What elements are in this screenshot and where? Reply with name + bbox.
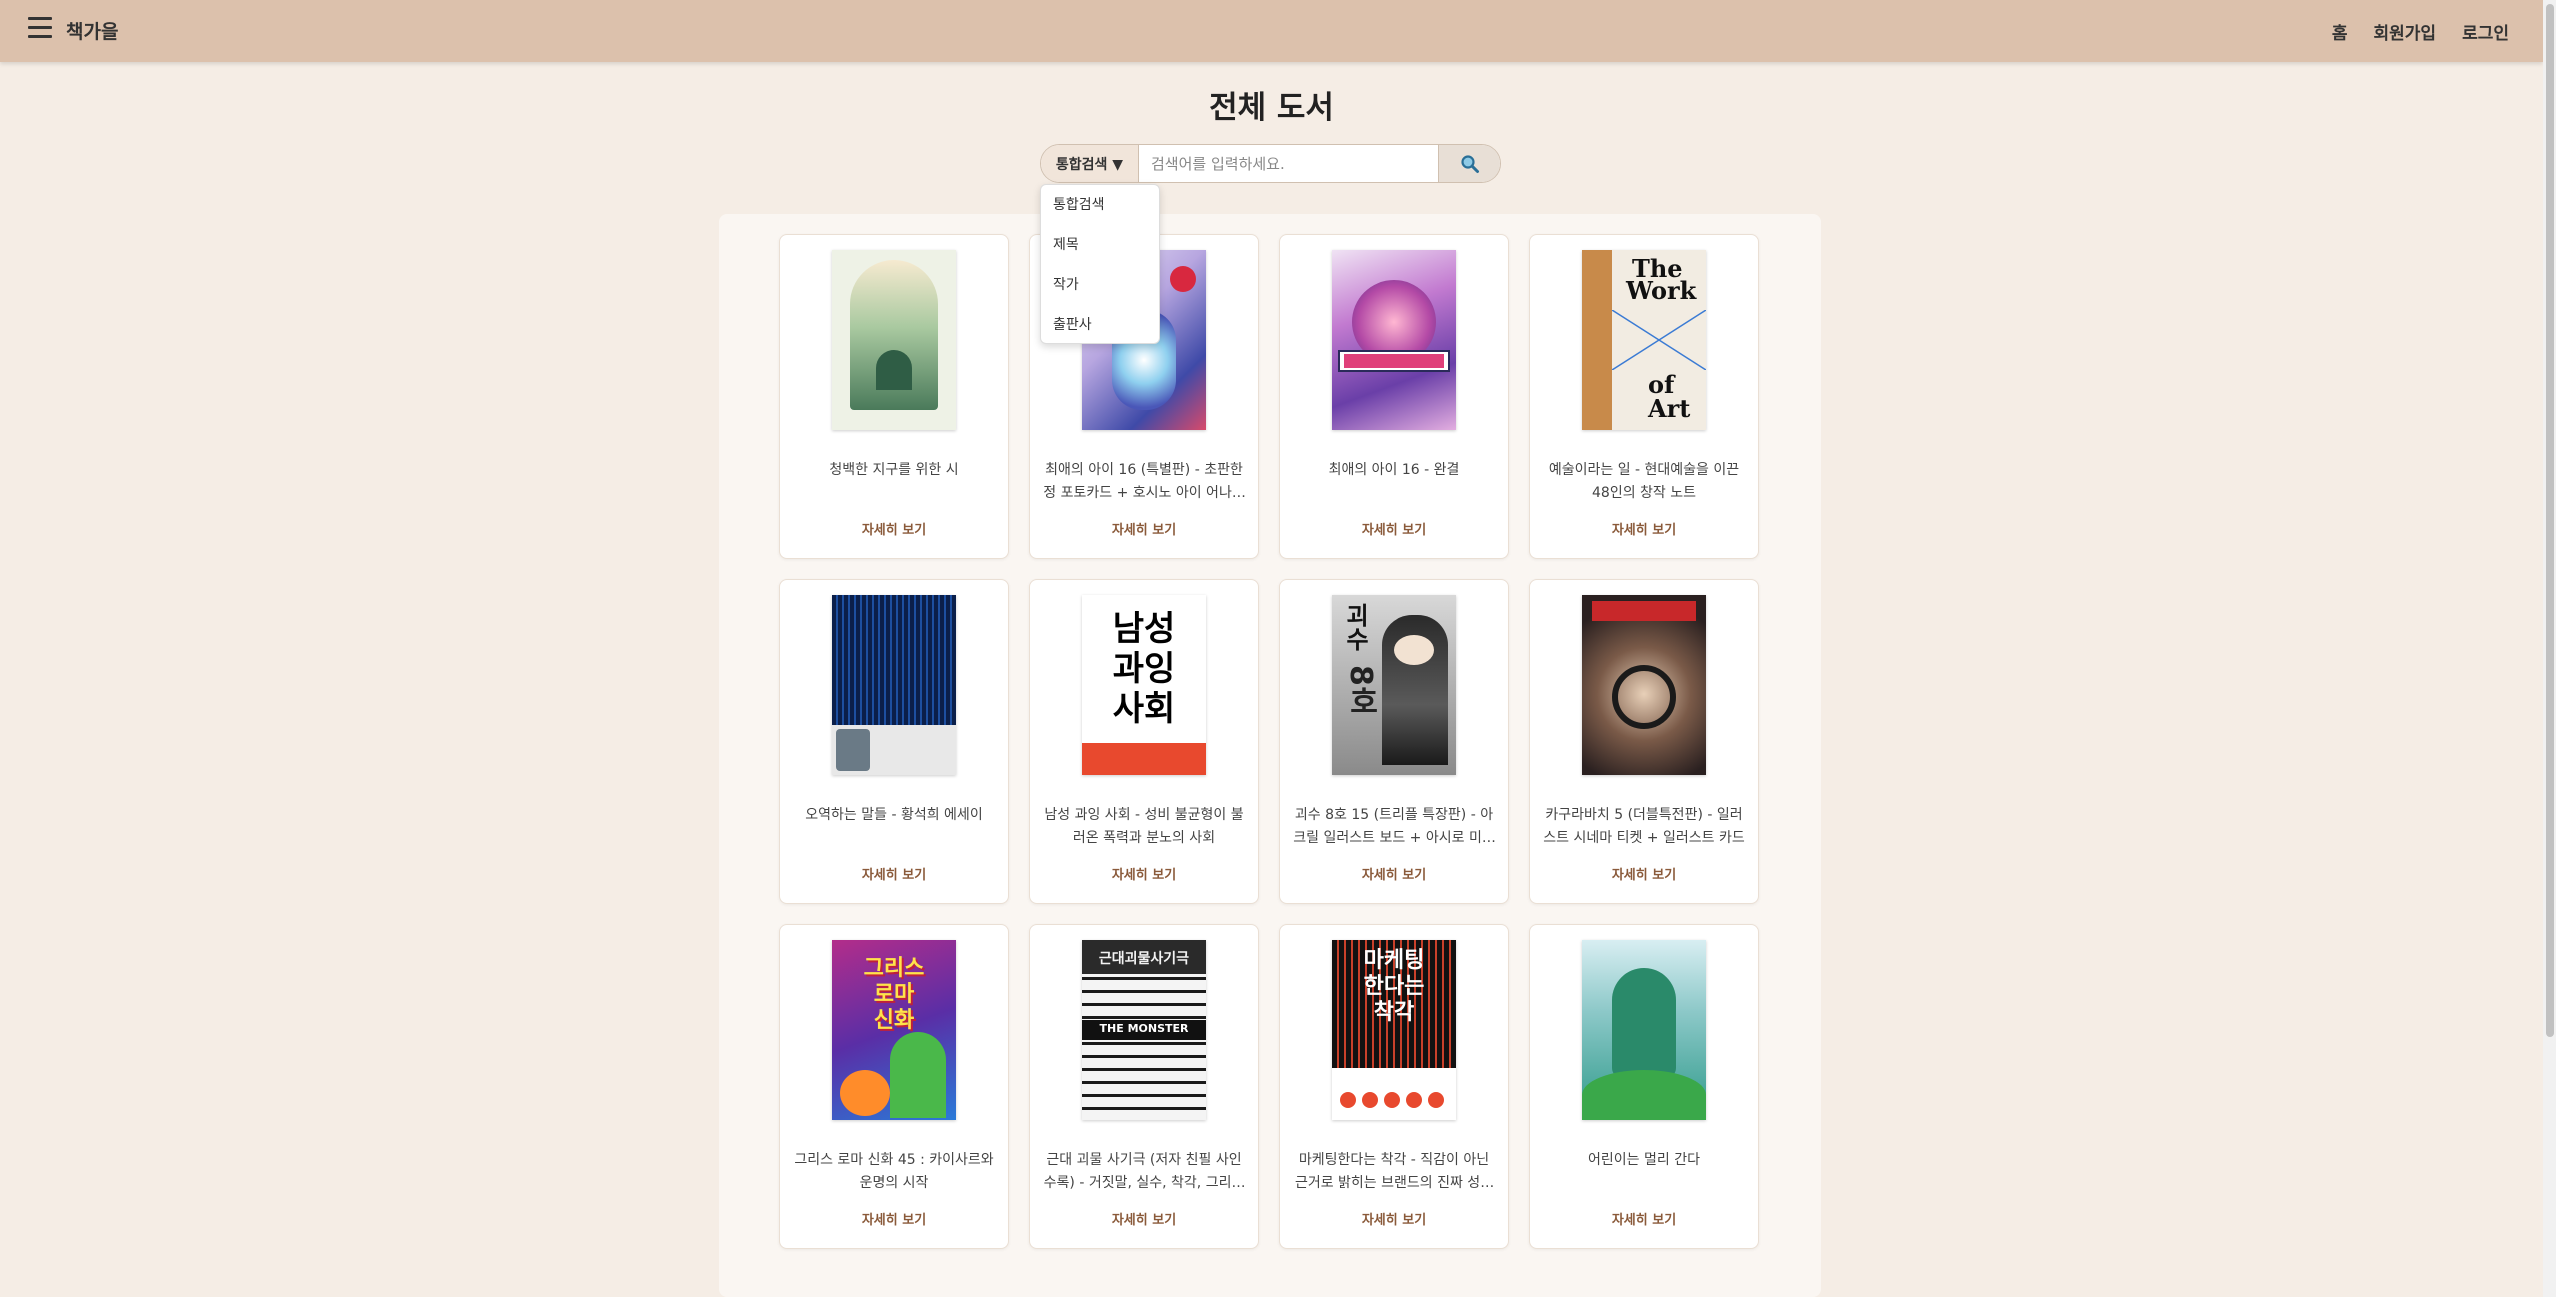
book-card[interactable]: 그리스 로마 신화 그리스 로마 신화 45 : 카이사르와 운명의 시작 자세… [779,924,1009,1249]
search-option-all[interactable]: 통합검색 [1041,193,1159,233]
cover-title: 착각 [1373,1000,1415,1025]
nav-signup-link[interactable]: 회원가입 [2374,19,2437,44]
book-card[interactable]: 오역하는 말들 - 황석희 에세이 자세히 보기 [779,579,1009,904]
book-title: 최애의 아이 16 - 완결 [1328,462,1460,478]
search-input[interactable] [1139,145,1438,182]
book-card[interactable]: 청백한 지구를 위한 시 자세히 보기 [779,234,1009,559]
book-title: 오역하는 말들 - 황석희 에세이 [805,807,983,823]
cover-decoration [1612,310,1706,370]
book-title: 카구라바치 5 (더블특전판) - 일러스트 시네마 티켓 + 일러스트 카드 [1543,807,1745,846]
book-detail-link[interactable]: 자세히 보기 [780,864,1008,883]
book-card[interactable]: 근대괴물사기극 THE MONSTER 근대 괴물 사기극 (저자 친필 사인 … [1029,924,1259,1249]
book-card[interactable]: 어린이는 멀리 간다 자세히 보기 [1529,924,1759,1249]
search-option-author[interactable]: 작가 [1041,273,1159,313]
search-button[interactable] [1438,145,1500,182]
hamburger-icon[interactable] [28,17,52,39]
cover-title: THE MONSTER [1099,1022,1189,1035]
search-icon [1460,154,1479,173]
book-cover[interactable]: 남성 과잉 사회 [1082,595,1206,775]
book-title: 그리스 로마 신화 45 : 카이사르와 운명의 시작 [794,1152,994,1191]
search-option-publisher[interactable]: 출판사 [1041,313,1159,353]
book-grid: 청백한 지구를 위한 시 자세히 보기 최애의 아이 16 (특별판) - 초판… [779,234,1759,1249]
book-detail-link[interactable]: 자세히 보기 [780,1209,1008,1228]
book-title: 괴수 8호 15 (트리플 특장판) - 아크릴 일러스트 보드 + 아시로 미… [1293,807,1495,846]
book-detail-link[interactable]: 자세히 보기 [1280,1209,1508,1228]
book-card[interactable]: The Work of Art 예술이라는 일 - 현대예술을 이끈 48인의 … [1529,234,1759,559]
book-cover[interactable]: 그리스 로마 신화 [832,940,956,1120]
search-type-dropdown: 통합검색 제목 작가 출판사 [1040,184,1160,344]
search-type-select[interactable]: 통합검색 ▼ [1041,145,1139,182]
book-detail-link[interactable]: 자세히 보기 [1530,1209,1758,1228]
cover-title: Art [1648,394,1691,423]
book-cover[interactable]: The Work of Art [1582,250,1706,430]
book-title: 마케팅한다는 착각 - 직감이 아닌 근거로 밝히는 브랜드의 진짜 성장 공식 [1294,1152,1494,1191]
book-cover[interactable] [832,250,956,430]
book-detail-link[interactable]: 자세히 보기 [1280,519,1508,538]
book-detail-link[interactable]: 자세히 보기 [780,519,1008,538]
cover-title: Work [1626,276,1697,305]
book-detail-link[interactable]: 자세히 보기 [1280,864,1508,883]
book-list-panel: 청백한 지구를 위한 시 자세히 보기 최애의 아이 16 (특별판) - 초판… [719,214,1821,1297]
book-title: 근대 괴물 사기극 (저자 친필 사인 수록) - 거짓말, 실수, 착각, 그… [1043,1152,1245,1191]
book-detail-link[interactable]: 자세히 보기 [1030,864,1258,883]
book-cover[interactable] [1332,250,1456,430]
cover-title: 8호 [1343,665,1378,716]
book-title: 예술이라는 일 - 현대예술을 이끈 48인의 창작 노트 [1548,462,1740,501]
book-detail-link[interactable]: 자세히 보기 [1030,1209,1258,1228]
book-card[interactable]: 카구라바치 5 (더블특전판) - 일러스트 시네마 티켓 + 일러스트 카드 … [1529,579,1759,904]
book-card[interactable]: 마케팅 한다는 착각 마케팅한다는 착각 - 직감이 아닌 근거로 밝히는 브랜… [1279,924,1509,1249]
book-card[interactable]: 최애의 아이 16 - 완결 자세히 보기 [1279,234,1509,559]
search-option-title[interactable]: 제목 [1041,233,1159,273]
book-cover[interactable] [1582,595,1706,775]
book-cover[interactable]: 근대괴물사기극 THE MONSTER [1082,940,1206,1120]
nav-home-link[interactable]: 홈 [2332,19,2348,44]
book-title: 어린이는 멀리 간다 [1588,1152,1700,1168]
scrollbar-thumb[interactable] [2546,4,2554,1037]
book-card[interactable]: 남성 과잉 사회 남성 과잉 사회 - 성비 불균형이 불러온 폭력과 분노의 … [1029,579,1259,904]
nav-links: 홈 회원가입 로그인 [2332,19,2509,44]
book-detail-link[interactable]: 자세히 보기 [1030,519,1258,538]
search-bar: 통합검색 ▼ [1040,144,1501,183]
book-title: 최애의 아이 16 (특별판) - 초판한정 포토카드 + 호시노 아이 어나더… [1043,462,1245,501]
cover-title: 괴수 [1341,603,1369,651]
brand-logo[interactable]: 책가을 [66,17,118,44]
book-title: 남성 과잉 사회 - 성비 불균형이 불러온 폭력과 분노의 사회 [1044,807,1244,846]
book-cover[interactable] [1582,940,1706,1120]
cover-title: 근대괴물사기극 [1098,951,1190,967]
book-detail-link[interactable]: 자세히 보기 [1530,519,1758,538]
cover-title: 사회 [1112,689,1176,729]
page-title: 전체 도서 [1209,90,1334,126]
book-detail-link[interactable]: 자세히 보기 [1530,864,1758,883]
book-title: 청백한 지구를 위한 시 [829,462,959,478]
book-cover[interactable] [832,595,956,775]
top-navbar: 책가을 홈 회원가입 로그인 [0,0,2543,62]
book-cover[interactable]: 괴수 8호 [1332,595,1456,775]
book-card[interactable]: 괴수 8호 괴수 8호 15 (트리플 특장판) - 아크릴 일러스트 보드 +… [1279,579,1509,904]
page-scrollbar[interactable] [2543,0,2556,1297]
book-cover[interactable]: 마케팅 한다는 착각 [1332,940,1456,1120]
cover-title: 신화 [873,1008,915,1033]
nav-login-link[interactable]: 로그인 [2462,19,2509,44]
